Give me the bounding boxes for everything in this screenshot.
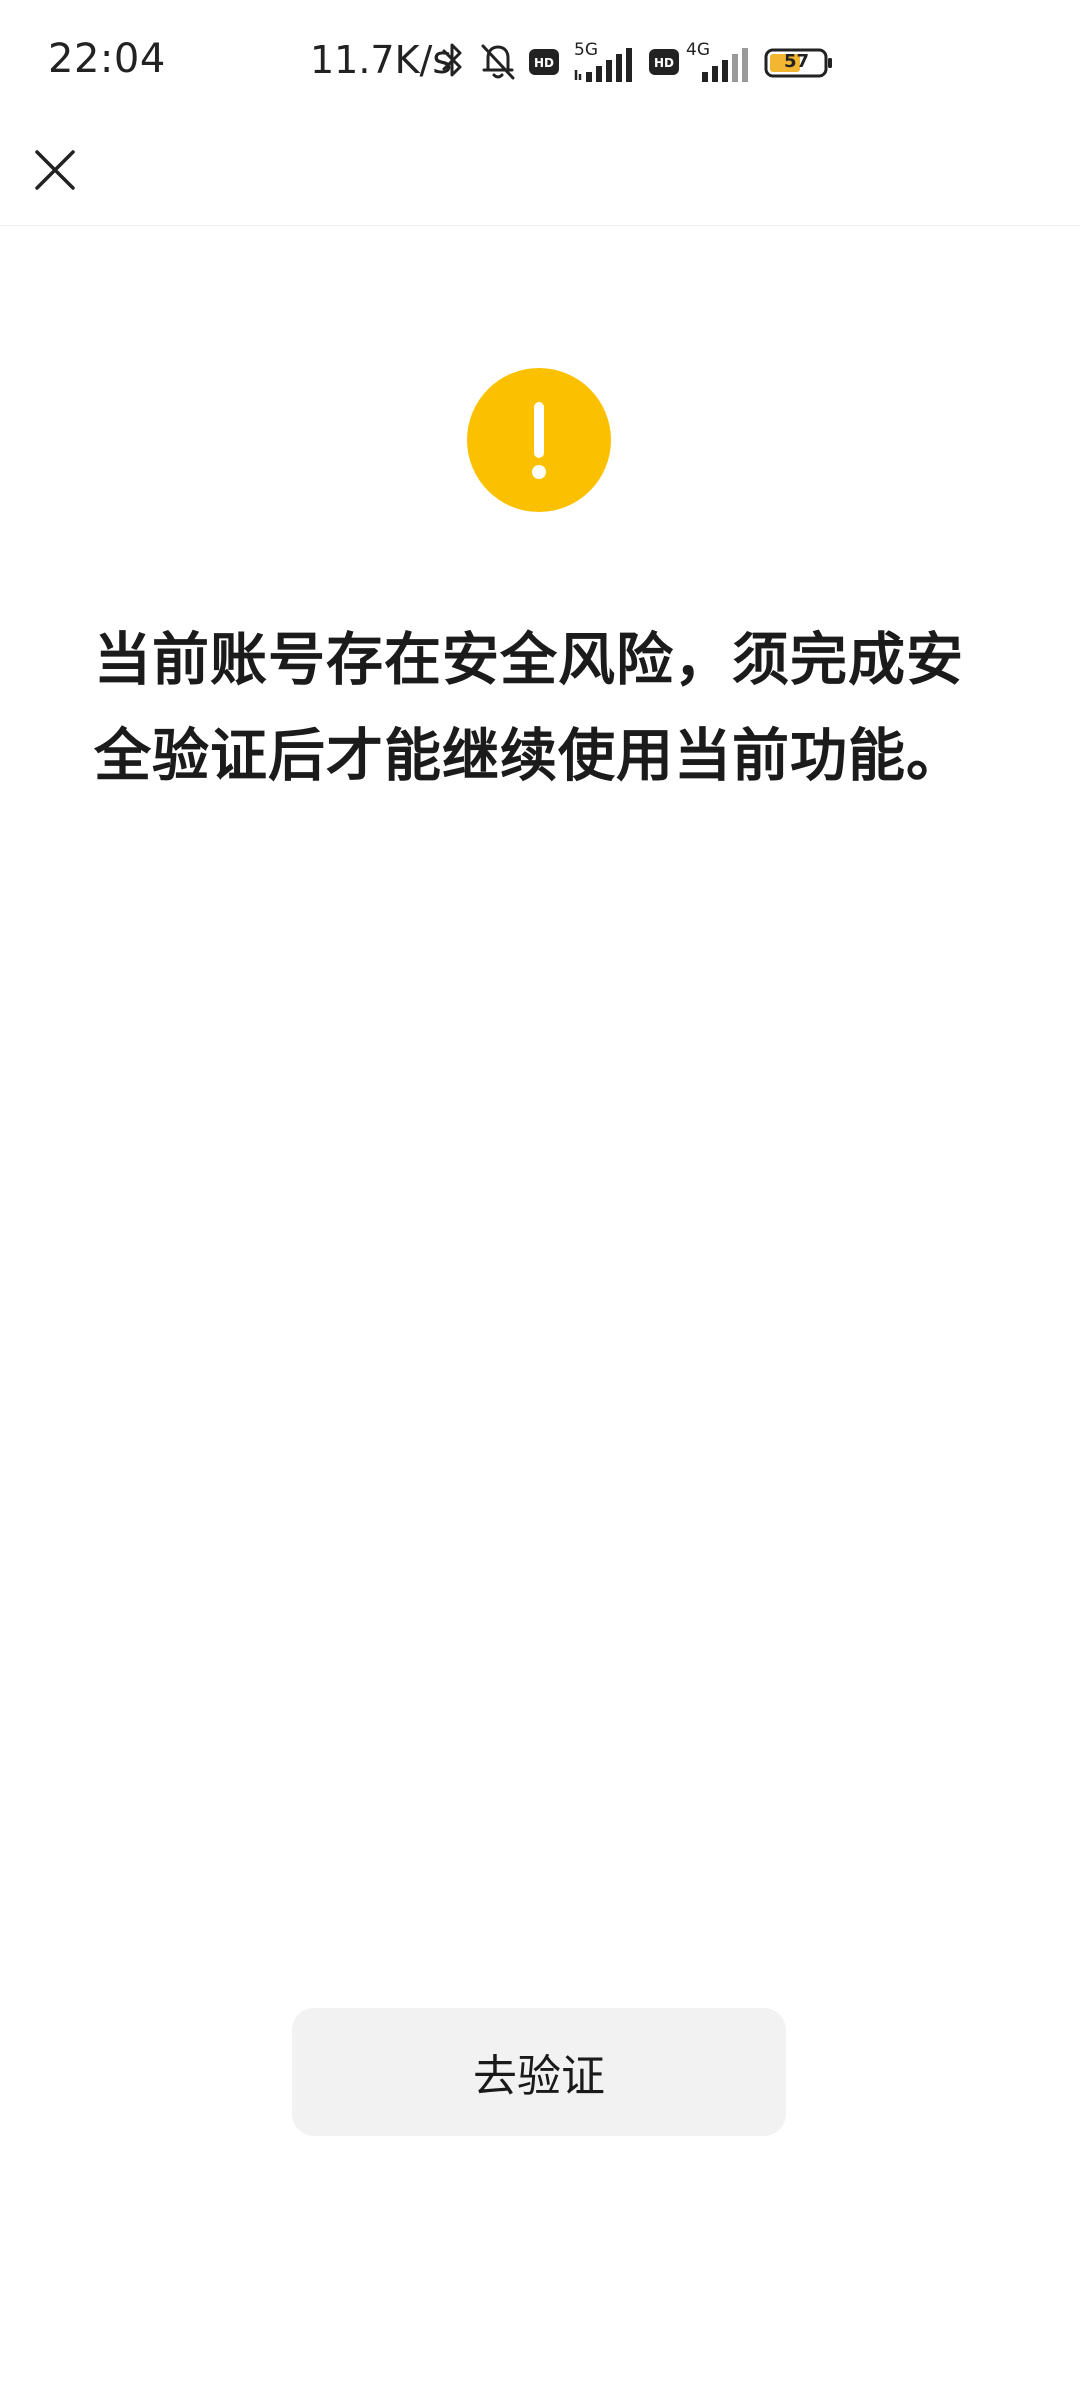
status-icons: HD 5G HD 4G 57 xyxy=(432,36,842,92)
security-verification-screen: 22:04 11.7K/s HD 5G HD 4G 57 当前账号存在安全风险，… xyxy=(0,0,1080,2400)
status-bar: 22:04 11.7K/s HD 5G HD 4G 57 xyxy=(0,0,1080,125)
hd-icon: HD xyxy=(649,49,679,75)
signal-5g-icon xyxy=(574,48,632,82)
close-button[interactable] xyxy=(22,137,88,203)
status-time: 22:04 xyxy=(48,36,166,82)
network-speed: 11.7K/s xyxy=(310,38,453,82)
go-verify-button[interactable]: 去验证 xyxy=(292,2008,786,2136)
hd-icon: HD xyxy=(529,49,559,75)
close-icon xyxy=(35,150,75,190)
bluetooth-icon xyxy=(442,43,462,77)
signal-4g-icon xyxy=(702,48,748,82)
top-nav-bar xyxy=(0,125,1080,226)
mute-bell-icon xyxy=(481,44,515,80)
svg-text:HD: HD xyxy=(534,56,554,70)
warning-exclamation-icon xyxy=(467,368,611,512)
security-risk-message: 当前账号存在安全风险，须完成安全验证后才能继续使用当前功能。 xyxy=(94,627,964,789)
svg-text:HD: HD xyxy=(654,56,674,70)
battery-level: 57 xyxy=(784,51,810,72)
